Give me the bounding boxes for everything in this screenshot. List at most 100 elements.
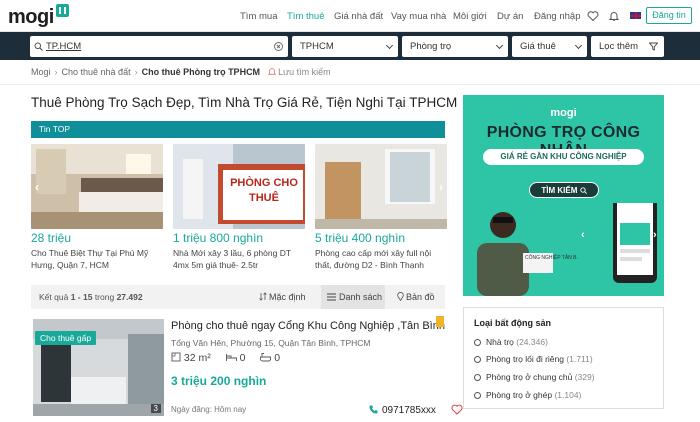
top-card-image: › [315,144,447,229]
radio-icon [474,392,481,399]
list-view-label: Danh sách [339,292,383,302]
results-count: Kết quả 1 - 15 trong 27.492 [39,292,143,302]
breadcrumb-separator: › [54,67,58,77]
city-select-value: TPHCM [300,41,334,52]
top-listings-bar: Tin TOP [31,121,445,138]
listing-props: 32 m² 0 0 [171,352,280,364]
listing-area: 32 m² [183,352,211,364]
search-icon [34,42,43,51]
save-search-link[interactable]: Lưu tìm kiếm [278,67,331,77]
top-card[interactable]: PHÒNG CHO THUÊ 1 triệu 800 nghìn Nhà Mới… [173,144,305,271]
top-card-title: Phòng cao cấp mới xây full nội thất, đườ… [315,248,432,270]
map-view-label: Bản đồ [406,292,435,302]
listing-price: 3 triệu 200 nghìn [171,374,267,388]
sort-default-button[interactable]: Mặc định [259,285,311,309]
clear-search-icon[interactable] [274,42,283,51]
breadcrumb: Mogi › Cho thuê nhà đất › Cho thuê Phòng trọ… [31,67,331,77]
nav-moi-gioi[interactable]: Môi giới [453,11,487,22]
listing-beds: 0 [239,352,246,364]
property-type-option[interactable]: Nhà trọ (24.346) [474,337,548,347]
chevron-down-icon [574,41,583,50]
property-type-option[interactable]: Phòng trọ ở chung chủ (329) [474,372,595,382]
ad-subheadline: GIÁ RẺ GẦN KHU CÔNG NGHIỆP [483,149,644,165]
property-type-option[interactable]: Phòng trọ lối đi riêng (1.711) [474,354,593,364]
carousel-next-icon[interactable]: › [439,180,443,194]
carousel-prev-icon[interactable]: ‹ [35,180,39,194]
radio-icon [474,356,481,363]
listing-image: Cho thuê gấp 3 [33,319,164,416]
sort-default-label: Mặc định [269,292,306,302]
bed-icon [225,354,237,361]
ad-next-icon[interactable]: › [653,229,657,241]
listing-baths: 0 [274,352,281,364]
nav-tim-thue[interactable]: Tìm thuê [287,11,325,22]
mogi-logo[interactable]: mogi [8,4,69,29]
listing-card[interactable]: Cho thuê gấp 3 Phòng cho thuê ngay Cổng … [31,316,463,422]
bookmark-icon [436,316,444,327]
chevron-down-icon [385,41,394,50]
price-select-value: Giá thuê [520,41,556,52]
breadcrumb-separator: › [134,67,138,77]
price-select[interactable]: Giá thuê [512,36,587,57]
search-icon [579,187,587,194]
listing-phone[interactable]: 0971785xxx [369,404,463,416]
heart-icon[interactable] [587,10,599,22]
bell-icon[interactable] [608,10,620,22]
breadcrumb-rent[interactable]: Cho thuê nhà đất [62,67,131,77]
property-type-value: Phòng trọ [410,41,452,52]
ad-search-button[interactable]: TÌM KIẾM [529,182,599,198]
divider [0,84,700,85]
post-listing-button[interactable]: Đăng tin [646,7,692,24]
nav-gia-nha-dat[interactable]: Giá nhà đất [334,11,383,22]
ad-sign-text: CÔNG NGHIỆP TÂN B. [525,255,578,261]
ad-illustration [477,203,657,296]
breadcrumb-home[interactable]: Mogi [31,67,51,77]
listing-phone-number: 0971785xxx [382,405,436,416]
language-flag-icon[interactable] [630,12,641,19]
property-type-panel: Loại bất động sản Nhà trọ (24.346) Phòng… [463,307,664,409]
top-card-price: 28 triệu [31,231,72,245]
top-card[interactable]: › 5 triệu 400 nghìn Phòng cao cấp mới xâ… [315,144,447,271]
nav-vay-mua-nha[interactable]: Vay mua nhà [391,11,446,22]
top-card-title: Nhà Mới xây 3 lầu, 6 phòng DT 4mx 5m giá… [173,248,291,270]
nav-tim-mua[interactable]: Tìm mua [240,11,277,22]
room-for-rent-sign: PHÒNG CHO THUÊ [230,177,298,204]
listing-title[interactable]: Phòng cho thuê ngay Cổng Khu Công Nghiệp… [171,320,445,332]
nav-du-an[interactable]: Dự án [497,11,523,22]
property-type-heading: Loại bất động sản [474,318,552,328]
top-card-image: PHÒNG CHO THUÊ [173,144,305,229]
search-bar: TP.HCM TPHCM Phòng trọ Giá thuê Lọc thêm [0,32,700,60]
property-type-select[interactable]: Phòng trọ [402,36,508,57]
breadcrumb-current: Cho thuê Phòng trọ TPHCM [141,67,261,77]
urgent-rent-badge: Cho thuê gấp [35,331,97,345]
phone-icon [369,405,378,414]
chevron-down-icon [495,41,504,50]
photo-count-badge: 3 [150,404,161,413]
ad-logo: mogi [550,107,577,119]
nav-dang-nhap[interactable]: Đăng nhập [534,11,580,22]
sort-icon [259,292,267,301]
radio-icon [474,374,481,381]
list-view-button[interactable]: Danh sách [321,285,385,309]
more-filters-label: Lọc thêm [599,41,639,52]
ad-banner[interactable]: mogi PHÒNG TRỌ CÔNG NHÂN GIÁ RẺ GẦN KHU … [463,95,664,296]
favorite-heart-icon[interactable] [451,404,463,415]
top-card[interactable]: ‹ 28 triệu Cho Thuê Biệt Thự Tại Phú Mỹ … [31,144,163,271]
list-icon [327,293,336,301]
top-card-price: 5 triệu 400 nghìn [315,231,406,245]
search-query-text: TP.HCM [46,41,82,52]
area-icon [171,352,181,362]
filter-funnel-icon [649,42,658,51]
page-title: Thuê Phòng Trọ Sạch Đẹp, Tìm Nhà Trọ Giá… [31,95,458,110]
map-pin-icon [397,292,404,302]
more-filters-button[interactable]: Lọc thêm [591,36,664,57]
radio-icon [474,339,481,346]
top-card-image: ‹ [31,144,163,229]
top-header: mogi Tìm mua Tìm thuê Giá nhà đất Vay mu… [0,0,700,32]
listing-date: Ngày đăng: Hôm nay [171,405,247,414]
map-view-button[interactable]: Bản đồ [397,285,443,309]
search-input[interactable]: TP.HCM [30,36,288,57]
city-select[interactable]: TPHCM [292,36,398,57]
property-type-option[interactable]: Phòng trọ ở ghép (1.104) [474,390,581,400]
ad-prev-icon[interactable]: ‹ [581,229,585,241]
